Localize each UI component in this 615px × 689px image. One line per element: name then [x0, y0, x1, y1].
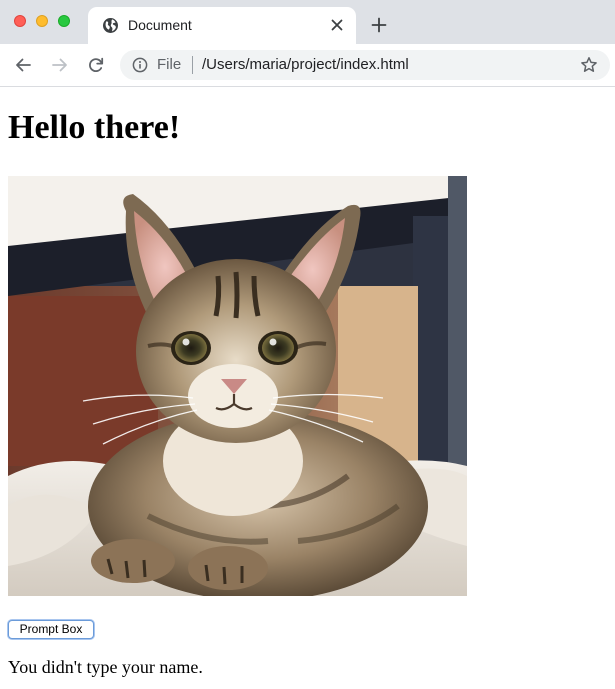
window-minimize-button[interactable]	[36, 15, 48, 27]
star-icon[interactable]	[580, 56, 598, 74]
tab-title: Document	[128, 17, 192, 33]
back-arrow-icon[interactable]	[14, 56, 32, 74]
tab-document[interactable]: Document	[88, 7, 356, 44]
window-zoom-button[interactable]	[58, 15, 70, 27]
window-close-button[interactable]	[14, 15, 26, 27]
plus-icon[interactable]	[371, 17, 387, 33]
address-bar[interactable]: File /Users/maria/project/index.html	[120, 50, 610, 80]
info-icon[interactable]	[132, 57, 148, 73]
status-message: You didn't type your name.	[8, 657, 203, 677]
tab-strip: Document	[0, 0, 615, 44]
page-title: Hello there!	[8, 109, 181, 146]
forward-arrow-icon[interactable]	[51, 56, 69, 74]
scheme-label: File	[157, 56, 182, 73]
cat-photo	[8, 176, 467, 596]
close-icon[interactable]	[330, 18, 344, 32]
browser-toolbar: File /Users/maria/project/index.html	[0, 44, 615, 87]
globe-icon	[102, 17, 119, 34]
url-text[interactable]: /Users/maria/project/index.html	[202, 56, 409, 74]
reload-icon[interactable]	[87, 56, 105, 74]
prompt-box-button[interactable]: Prompt Box	[8, 620, 94, 639]
address-separator	[192, 56, 193, 74]
